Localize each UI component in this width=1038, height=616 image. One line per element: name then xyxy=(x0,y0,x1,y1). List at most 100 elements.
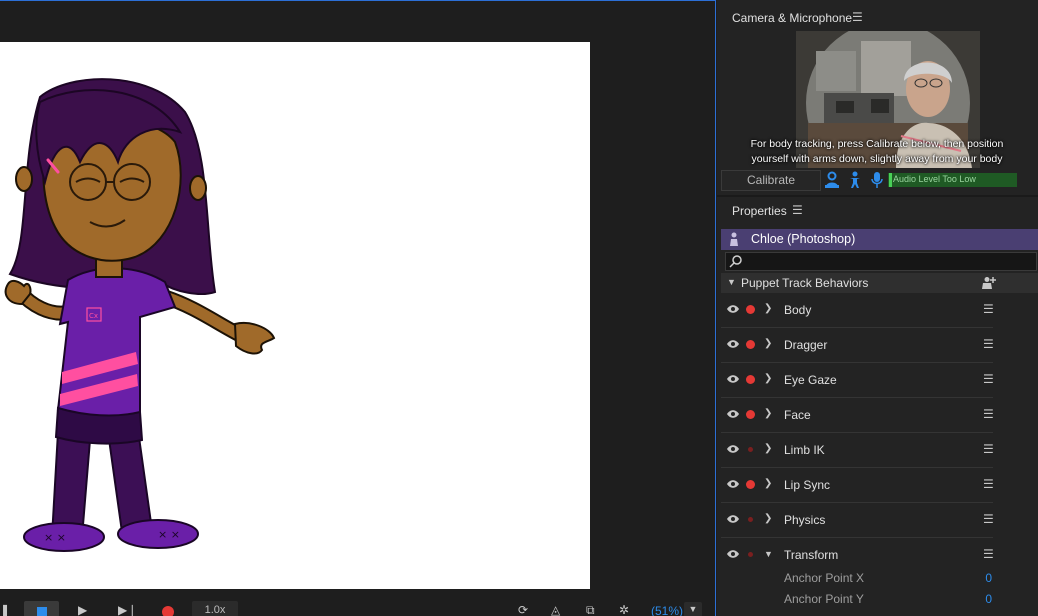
playback-speed-field[interactable]: 1.0x xyxy=(192,601,238,616)
puppet-track-behaviors-header[interactable]: ▼ Puppet Track Behaviors xyxy=(721,273,1038,293)
camera-hint-line-2: yourself with arms down, slightly away f… xyxy=(751,153,1003,165)
record-arm-icon[interactable] xyxy=(748,517,753,522)
puppet-icon xyxy=(730,232,738,246)
audio-level-meter: Audio Level Too Low xyxy=(888,173,1017,187)
behavior-row-face[interactable]: ❯ Face ☰ xyxy=(721,398,994,433)
chevron-right-icon[interactable]: ❯ xyxy=(764,513,772,524)
chevron-right-icon[interactable]: ❯ xyxy=(764,338,772,349)
param-value[interactable]: 0 xyxy=(985,592,992,606)
panel-divider xyxy=(717,195,1038,197)
record-arm-icon[interactable] xyxy=(748,552,753,557)
behavior-menu-icon[interactable]: ☰ xyxy=(983,547,994,561)
behavior-row-dragger[interactable]: ❯ Dragger ☰ xyxy=(721,328,994,363)
render-icon[interactable]: ✲ xyxy=(619,603,629,616)
eye-icon[interactable] xyxy=(726,304,740,314)
camera-hint-line-1: For body tracking, press Calibrate below… xyxy=(750,138,1004,150)
chevron-right-icon[interactable]: ❯ xyxy=(764,303,772,314)
chevron-right-icon[interactable]: ❯ xyxy=(764,443,772,454)
behavior-label: Eye Gaze xyxy=(784,373,837,387)
camera-panel-menu-icon[interactable]: ☰ xyxy=(852,10,863,24)
scene-stage[interactable]: × × × × Cx xyxy=(0,42,590,589)
record-arm-icon[interactable] xyxy=(746,340,755,349)
puppet-shirt-badge-text: Cx xyxy=(89,312,98,320)
puppet-right-ear xyxy=(189,175,207,201)
behavior-row-transform[interactable]: ▼ Transform ☰ xyxy=(721,538,994,573)
camera-panel-title: Camera & Microphone xyxy=(732,11,853,25)
behavior-row-limb-ik[interactable]: ❯ Limb IK ☰ xyxy=(721,433,994,468)
mesh-icon[interactable]: ◬ xyxy=(551,603,560,616)
record-icon[interactable] xyxy=(162,606,174,616)
behavior-label: Body xyxy=(784,303,812,317)
puppet-right-arm-fill xyxy=(159,291,246,341)
play-icon[interactable]: ▶ xyxy=(78,603,87,616)
eye-icon[interactable] xyxy=(726,514,740,524)
character-animator-window: × × × × Cx ❚ ▶ ▶❘ 1.0x ⟳ ◬ ⧉ ✲ (51%) ▼ C… xyxy=(0,0,1038,616)
behavior-menu-icon[interactable]: ☰ xyxy=(983,442,994,456)
stop-icon xyxy=(37,607,47,616)
chevron-down-icon[interactable]: ▼ xyxy=(684,602,702,616)
chevron-right-icon[interactable]: ❯ xyxy=(764,408,772,419)
chevron-down-icon[interactable]: ▼ xyxy=(764,549,773,559)
properties-panel-menu-icon[interactable]: ☰ xyxy=(792,203,803,217)
audio-level-label: Audio Level Too Low xyxy=(893,174,976,184)
record-arm-icon[interactable] xyxy=(748,447,753,452)
record-arm-icon[interactable] xyxy=(746,410,755,419)
microphone-icon[interactable] xyxy=(869,171,885,189)
properties-panel-title: Properties xyxy=(732,204,787,218)
behavior-menu-icon[interactable]: ☰ xyxy=(983,407,994,421)
refresh-icon[interactable]: ⟳ xyxy=(518,603,528,616)
eye-icon[interactable] xyxy=(726,444,740,454)
puppet-chloe[interactable]: × × × × Cx xyxy=(0,42,590,589)
search-icon xyxy=(729,255,742,268)
export-icon[interactable]: ⧉ xyxy=(586,603,595,616)
behavior-row-eye-gaze[interactable]: ❯ Eye Gaze ☰ xyxy=(721,363,994,398)
param-label: Anchor Point X xyxy=(784,571,865,585)
eye-icon[interactable] xyxy=(726,339,740,349)
eye-icon[interactable] xyxy=(726,549,740,559)
calibrate-button[interactable]: Calibrate xyxy=(721,170,821,191)
behavior-menu-icon[interactable]: ☰ xyxy=(983,512,994,526)
behavior-label: Dragger xyxy=(784,338,828,352)
behavior-label: Lip Sync xyxy=(784,478,831,492)
zoom-level[interactable]: (51%) xyxy=(651,604,683,616)
right-panel: Camera & Microphone ☰ For body tracking,… xyxy=(717,0,1038,616)
chevron-right-icon[interactable]: ❯ xyxy=(764,373,772,384)
behavior-row-lip-sync[interactable]: ❯ Lip Sync ☰ xyxy=(721,468,994,503)
transport-bar: ❚ ▶ ▶❘ 1.0x ⟳ ◬ ⧉ ✲ (51%) ▼ xyxy=(0,599,716,616)
person-icon[interactable] xyxy=(847,171,863,189)
behavior-label: Limb IK xyxy=(784,443,825,457)
behavior-row-body[interactable]: ❯ Body ☰ xyxy=(721,293,994,328)
behaviors-search-input[interactable] xyxy=(725,252,1037,271)
eye-icon[interactable] xyxy=(726,409,740,419)
behavior-menu-icon[interactable]: ☰ xyxy=(983,337,994,351)
chevron-down-icon[interactable]: ▼ xyxy=(727,277,736,287)
eye-icon[interactable] xyxy=(726,479,740,489)
chevron-right-icon[interactable]: ❯ xyxy=(764,478,772,489)
param-anchor-point-x: Anchor Point X 0 xyxy=(784,569,992,587)
puppet-right-shoe-laces: × × xyxy=(158,528,180,541)
behavior-label: Face xyxy=(784,408,811,422)
param-value[interactable]: 0 xyxy=(985,571,992,585)
behavior-menu-icon[interactable]: ☰ xyxy=(983,302,994,316)
add-behavior-icon[interactable] xyxy=(981,276,997,290)
puppet-left-leg xyxy=(50,430,92,538)
behavior-row-physics[interactable]: ❯ Physics ☰ xyxy=(721,503,994,538)
body-tracking-icon[interactable] xyxy=(824,171,840,189)
stop-button[interactable] xyxy=(24,601,59,616)
eye-icon[interactable] xyxy=(726,374,740,384)
behavior-label: Physics xyxy=(784,513,826,527)
record-arm-icon[interactable] xyxy=(746,375,755,384)
section-title: Puppet Track Behaviors xyxy=(741,276,869,290)
pause-icon[interactable]: ❚ xyxy=(0,603,10,616)
behavior-menu-icon[interactable]: ☰ xyxy=(983,372,994,386)
puppet-header: Chloe (Photoshop) xyxy=(721,229,1038,250)
behavior-menu-icon[interactable]: ☰ xyxy=(983,477,994,491)
camera-hint: For body tracking, press Calibrate below… xyxy=(737,137,1017,167)
record-arm-icon[interactable] xyxy=(746,305,755,314)
puppet-left-shoe-laces: × × xyxy=(44,531,66,544)
step-forward-icon[interactable]: ▶❘ xyxy=(118,603,137,616)
puppet-right-hand xyxy=(233,322,276,355)
record-arm-icon[interactable] xyxy=(746,480,755,489)
puppet-right-leg xyxy=(106,428,154,534)
behavior-label: Transform xyxy=(784,548,839,562)
